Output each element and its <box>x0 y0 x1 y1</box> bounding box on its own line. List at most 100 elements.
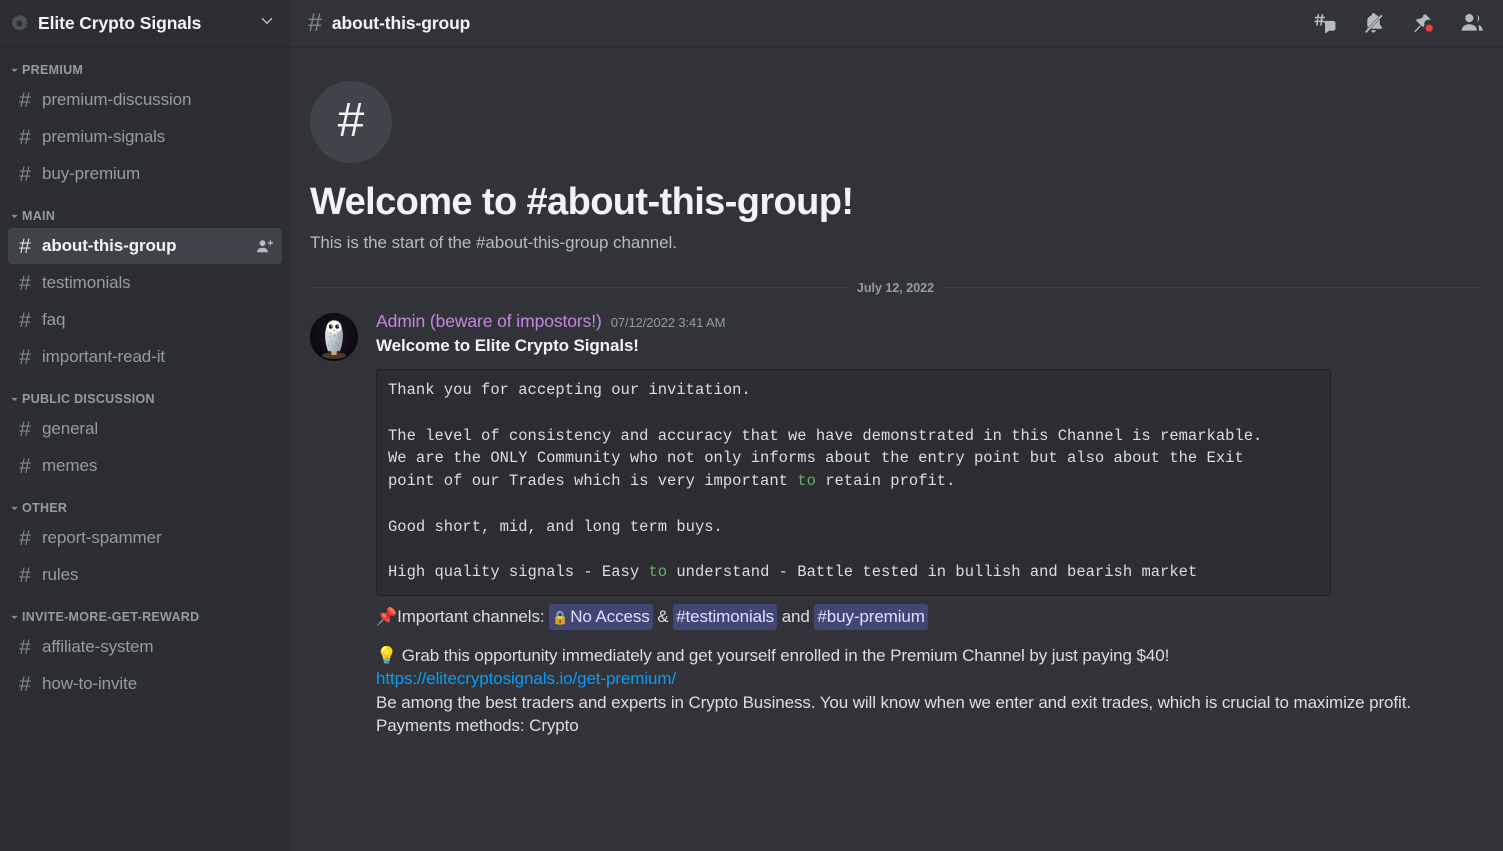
channel-name: premium-signals <box>42 127 166 146</box>
sidebar-channel-faq[interactable]: # faq <box>8 302 282 338</box>
channel-category-main[interactable]: MAIN <box>0 193 290 227</box>
channel-name: report-spammer <box>42 528 162 547</box>
hash-icon: # <box>19 417 31 441</box>
hash-icon: # <box>308 8 322 37</box>
notifications-muted-icon[interactable] <box>1361 11 1386 36</box>
discord-app-window: Elite Crypto Signals PREMIUM # premium-dis… <box>0 0 1503 851</box>
main-content: # about-this-group # Welcome to #about-t… <box>290 0 1503 851</box>
channel-category-premium[interactable]: PREMIUM <box>0 63 290 81</box>
hash-icon: # <box>19 345 31 369</box>
important-channels-label: Important channels: <box>397 607 545 627</box>
snowy-owl-avatar[interactable] <box>310 312 358 361</box>
welcome-subtitle: This is the start of the #about-this-gro… <box>310 232 677 252</box>
message-codeblock: Thank you for accepting our invitation. … <box>376 369 1331 597</box>
lightbulb-emoji: 💡 <box>376 645 398 665</box>
message-author[interactable]: Admin (beware of impostors!) <box>376 311 602 332</box>
sidebar-channel-testimonials[interactable]: # testimonials <box>8 265 282 301</box>
sidebar-channel-memes[interactable]: # memes <box>8 448 282 484</box>
channel-category-other[interactable]: OTHER <box>0 485 290 519</box>
offer-text: Grab this opportunity immediately and ge… <box>401 645 1170 665</box>
premium-link-line: https://elitecryptosignals.io/get-premiu… <box>376 667 1465 690</box>
hash-icon: # <box>19 563 31 587</box>
hash-icon: # <box>19 271 31 295</box>
sidebar-channel-premium-discussion[interactable]: # premium-discussion <box>8 82 282 118</box>
divider-date-label: July 12, 2022 <box>856 280 935 295</box>
server-name: Elite Crypto Signals <box>38 12 202 33</box>
mention-testimonials[interactable]: #testimonials <box>673 604 778 630</box>
member-list-icon[interactable] <box>1459 10 1485 36</box>
welcome-title: Welcome to #about-this-group! <box>310 181 854 223</box>
sidebar-channel-report-spammer[interactable]: # report-spammer <box>8 520 282 556</box>
chevron-down-icon[interactable] <box>258 12 276 35</box>
important-channels-line: 📌Important channels: No Access & #testim… <box>376 604 1465 630</box>
channel-name: general <box>42 419 99 438</box>
hash-icon: # <box>19 125 31 149</box>
hash-icon: # <box>19 672 31 696</box>
threads-icon[interactable] <box>1312 11 1337 36</box>
pinned-messages-icon[interactable] <box>1410 11 1435 36</box>
welcome-hash-icon: # <box>310 81 392 163</box>
channel-name: buy-premium <box>42 164 141 183</box>
category-label: OTHER <box>22 501 68 515</box>
message-body: Admin (beware of impostors!) 07/12/2022 … <box>376 311 1485 738</box>
hash-icon: # <box>19 526 31 550</box>
separator-and: and <box>781 607 810 627</box>
premium-link[interactable]: https://elitecryptosignals.io/get-premiu… <box>376 669 676 688</box>
channel-header-bar: # about-this-group <box>290 0 1503 47</box>
separator-ampersand: & <box>657 607 669 627</box>
pushpin-emoji: 📌 <box>376 607 398 627</box>
sidebar-channel-premium-signals[interactable]: # premium-signals <box>8 119 282 155</box>
channel-name: affiliate-system <box>42 637 154 656</box>
channel-category-public-discussion[interactable]: PUBLIC DISCUSSION <box>0 376 290 410</box>
category-label: INVITE-MORE-GET-REWARD <box>22 610 200 624</box>
channel-name: about-this-group <box>42 236 177 255</box>
channel-name: faq <box>42 310 66 329</box>
message-item: Admin (beware of impostors!) 07/12/2022 … <box>290 301 1485 738</box>
sidebar-channel-affiliate-system[interactable]: # affiliate-system <box>8 629 282 665</box>
header-actions <box>1312 10 1485 36</box>
divider-line-left <box>310 287 847 289</box>
mention-buy-premium[interactable]: #buy-premium <box>814 604 928 630</box>
sidebar-channel-important-read-it[interactable]: # important-read-it <box>8 339 282 375</box>
offer-line: 💡 Grab this opportunity immediately and … <box>376 644 1465 667</box>
channel-name: rules <box>42 565 79 584</box>
payments-text: Payments methods: Crypto <box>376 715 579 735</box>
date-divider: July 12, 2022 <box>310 281 1485 295</box>
closing-text: Be among the best traders and experts in… <box>376 692 1411 712</box>
channel-sidebar: Elite Crypto Signals PREMIUM # premium-dis… <box>0 0 290 851</box>
message-header: Admin (beware of impostors!) 07/12/2022 … <box>376 311 1465 332</box>
channel-list[interactable]: PREMIUM # premium-discussion # premium-signa… <box>0 47 290 851</box>
message-timestamp: 07/12/2022 3:41 AM <box>610 314 726 330</box>
channel-name: premium-discussion <box>42 90 192 109</box>
sidebar-channel-general[interactable]: # general <box>8 411 282 447</box>
mention-no-access[interactable]: No Access <box>549 604 653 630</box>
channel-name: memes <box>42 456 98 475</box>
channel-name: testimonials <box>42 273 131 292</box>
server-header[interactable]: Elite Crypto Signals <box>0 0 290 47</box>
sidebar-channel-buy-premium[interactable]: # buy-premium <box>8 156 282 192</box>
sidebar-channel-how-to-invite[interactable]: # how-to-invite <box>8 666 282 702</box>
hash-icon: # <box>19 162 31 186</box>
hash-icon: # <box>19 635 31 659</box>
category-label: PUBLIC DISCUSSION <box>22 392 155 406</box>
channel-title: about-this-group <box>331 12 471 33</box>
channel-name: important-read-it <box>42 347 166 366</box>
category-label: PREMIUM <box>22 63 84 77</box>
server-gear-icon <box>10 14 29 33</box>
code-keyword: to <box>797 472 816 491</box>
channel-welcome: # Welcome to #about-this-group! This is … <box>290 47 1485 253</box>
message-heading: Welcome to Elite Crypto Signals! <box>376 335 639 355</box>
person-add-icon[interactable] <box>255 237 274 256</box>
channel-category-invite-more-get-reward[interactable]: INVITE-MORE-GET-REWARD <box>0 594 290 628</box>
hash-icon: # <box>19 234 31 258</box>
category-label: MAIN <box>22 209 56 223</box>
code-keyword: to <box>648 563 668 582</box>
hash-icon: # <box>19 308 31 332</box>
message-scroller[interactable]: # Welcome to #about-this-group! This is … <box>290 47 1503 851</box>
sidebar-channel-about-this-group[interactable]: # about-this-group <box>8 228 282 264</box>
channel-name: how-to-invite <box>42 674 138 693</box>
sidebar-channel-rules[interactable]: # rules <box>8 557 282 593</box>
hash-icon: # <box>19 88 31 112</box>
hash-icon: # <box>19 454 31 478</box>
divider-line-right <box>944 287 1481 289</box>
